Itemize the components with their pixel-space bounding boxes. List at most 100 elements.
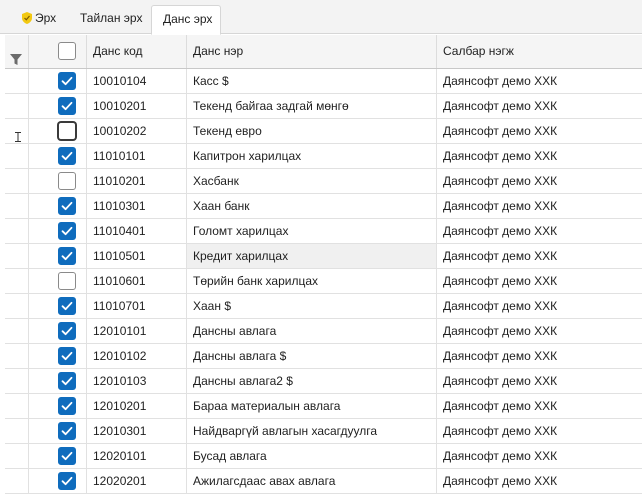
cell-account-name[interactable]: Касс $: [187, 69, 437, 93]
row-checkbox[interactable]: [58, 372, 76, 390]
row-checkbox[interactable]: [58, 197, 76, 215]
row-checkbox[interactable]: [58, 222, 76, 240]
cell-branch[interactable]: Даянсофт демо ХХК: [437, 294, 642, 318]
cell-branch[interactable]: Даянсофт демо ХХК: [437, 269, 642, 293]
cell-branch[interactable]: Даянсофт демо ХХК: [437, 394, 642, 418]
column-header-code[interactable]: Данс код: [87, 35, 187, 68]
table-row[interactable]: 11010401 Голомт харилцах Даянсофт демо ХХК: [5, 219, 642, 244]
row-select-cell[interactable]: [43, 469, 87, 493]
cell-account-name[interactable]: Текенд евро: [187, 119, 437, 143]
row-indicator[interactable]: [5, 144, 29, 168]
row-checkbox[interactable]: [58, 247, 76, 265]
row-checkbox[interactable]: [58, 147, 76, 165]
cell-branch[interactable]: Даянсофт демо ХХК: [437, 169, 642, 193]
table-row[interactable]: 12010102 Дансны авлага $ Даянсофт демо ХХК: [5, 344, 642, 369]
cell-account-code[interactable]: 12010102: [87, 344, 187, 368]
select-all-checkbox[interactable]: [58, 42, 76, 60]
row-select-cell[interactable]: [43, 69, 87, 93]
row-indicator[interactable]: [5, 269, 29, 293]
row-checkbox[interactable]: [58, 72, 76, 90]
cell-branch[interactable]: Даянсофт демо ХХК: [437, 469, 642, 493]
cell-branch[interactable]: Даянсофт демо ХХК: [437, 319, 642, 343]
column-header-branch[interactable]: Салбар нэгж: [437, 35, 642, 68]
row-indicator[interactable]: [5, 169, 29, 193]
cell-account-name[interactable]: Бараа материалын авлага: [187, 394, 437, 418]
table-row[interactable]: 10010202 Текенд евро Даянсофт демо ХХК: [5, 119, 642, 144]
cell-account-code[interactable]: 11010501: [87, 244, 187, 268]
table-row[interactable]: 11010701 Хаан $ Даянсофт демо ХХК: [5, 294, 642, 319]
table-row[interactable]: 12010301 Найдваргүй авлагын хасагдуулга Да…: [5, 419, 642, 444]
cell-account-name[interactable]: Голомт харилцах: [187, 219, 437, 243]
cell-branch[interactable]: Даянсофт демо ХХК: [437, 369, 642, 393]
row-checkbox[interactable]: [58, 472, 76, 490]
row-select-cell[interactable]: [43, 294, 87, 318]
row-checkbox[interactable]: [58, 347, 76, 365]
row-indicator[interactable]: [5, 469, 29, 493]
cell-account-code[interactable]: 11010101: [87, 144, 187, 168]
row-checkbox[interactable]: [58, 322, 76, 340]
cell-branch[interactable]: Даянсофт демо ХХК: [437, 219, 642, 243]
row-select-cell[interactable]: [43, 169, 87, 193]
cell-account-name[interactable]: Кредит харилцах: [187, 244, 437, 268]
table-row[interactable]: 12010101 Дансны авлага Даянсофт демо ХХК: [5, 319, 642, 344]
cell-account-name[interactable]: Дансны авлага2 $: [187, 369, 437, 393]
cell-branch[interactable]: Даянсофт демо ХХК: [437, 194, 642, 218]
header-select-all[interactable]: [43, 35, 87, 68]
cell-account-name[interactable]: Төрийн банк харилцах: [187, 269, 437, 293]
row-indicator[interactable]: [5, 444, 29, 468]
cell-account-code[interactable]: 12020201: [87, 469, 187, 493]
table-row[interactable]: 10010104 Касс $ Даянсофт демо ХХК: [5, 69, 642, 94]
table-row[interactable]: 12020201 Ажилагсдаас авах авлага Даянсофт …: [5, 469, 642, 494]
row-select-cell[interactable]: [43, 419, 87, 443]
cell-account-name[interactable]: Текенд байгаа задгай мөнгө: [187, 94, 437, 118]
cell-account-name[interactable]: Хаан $: [187, 294, 437, 318]
row-indicator[interactable]: [5, 394, 29, 418]
row-checkbox[interactable]: [58, 122, 76, 140]
row-indicator[interactable]: [5, 119, 29, 143]
row-indicator[interactable]: [5, 69, 29, 93]
row-select-cell[interactable]: [43, 344, 87, 368]
cell-account-code[interactable]: 11010201: [87, 169, 187, 193]
row-indicator[interactable]: [5, 244, 29, 268]
row-indicator[interactable]: [5, 344, 29, 368]
row-select-cell[interactable]: [43, 444, 87, 468]
row-select-cell[interactable]: [43, 319, 87, 343]
row-checkbox[interactable]: [58, 397, 76, 415]
cell-account-code[interactable]: 12010201: [87, 394, 187, 418]
cell-branch[interactable]: Даянсофт демо ХХК: [437, 444, 642, 468]
row-select-cell[interactable]: [43, 94, 87, 118]
row-indicator[interactable]: [5, 319, 29, 343]
cell-account-code[interactable]: 10010202: [87, 119, 187, 143]
row-select-cell[interactable]: [43, 119, 87, 143]
cell-account-code[interactable]: 11010301: [87, 194, 187, 218]
row-checkbox[interactable]: [58, 272, 76, 290]
row-indicator[interactable]: [5, 419, 29, 443]
row-indicator[interactable]: [5, 294, 29, 318]
cell-branch[interactable]: Даянсофт демо ХХК: [437, 419, 642, 443]
column-header-name[interactable]: Данс нэр: [187, 35, 437, 68]
row-select-cell[interactable]: [43, 194, 87, 218]
cell-account-name[interactable]: Ажилагсдаас авах авлага: [187, 469, 437, 493]
cell-account-code[interactable]: 12020101: [87, 444, 187, 468]
row-select-cell[interactable]: [43, 244, 87, 268]
cell-account-name[interactable]: Найдваргүй авлагын хасагдуулга: [187, 419, 437, 443]
table-row[interactable]: 11010201 Хасбанк Даянсофт демо ХХК: [5, 169, 642, 194]
cell-account-code[interactable]: 11010401: [87, 219, 187, 243]
cell-branch[interactable]: Даянсофт демо ХХК: [437, 144, 642, 168]
cell-branch[interactable]: Даянсофт демо ХХК: [437, 244, 642, 268]
cell-account-name[interactable]: Капитрон харилцах: [187, 144, 437, 168]
cell-account-code[interactable]: 11010601: [87, 269, 187, 293]
cell-account-code[interactable]: 12010101: [87, 319, 187, 343]
cell-account-name[interactable]: Хаан банк: [187, 194, 437, 218]
table-row[interactable]: 12010103 Дансны авлага2 $ Даянсофт демо ХХ…: [5, 369, 642, 394]
row-indicator[interactable]: [5, 194, 29, 218]
tab-account-rights[interactable]: Данс эрх: [151, 5, 221, 35]
table-row[interactable]: 11010501 Кредит харилцах Даянсофт демо ХХК: [5, 244, 642, 269]
row-select-cell[interactable]: [43, 394, 87, 418]
row-select-cell[interactable]: [43, 144, 87, 168]
cell-account-name[interactable]: Бусад авлага: [187, 444, 437, 468]
cell-branch[interactable]: Даянсофт демо ХХК: [437, 94, 642, 118]
cell-branch[interactable]: Даянсофт демо ХХК: [437, 344, 642, 368]
filter-cell[interactable]: [5, 35, 29, 68]
table-row[interactable]: 11010301 Хаан банк Даянсофт демо ХХК: [5, 194, 642, 219]
